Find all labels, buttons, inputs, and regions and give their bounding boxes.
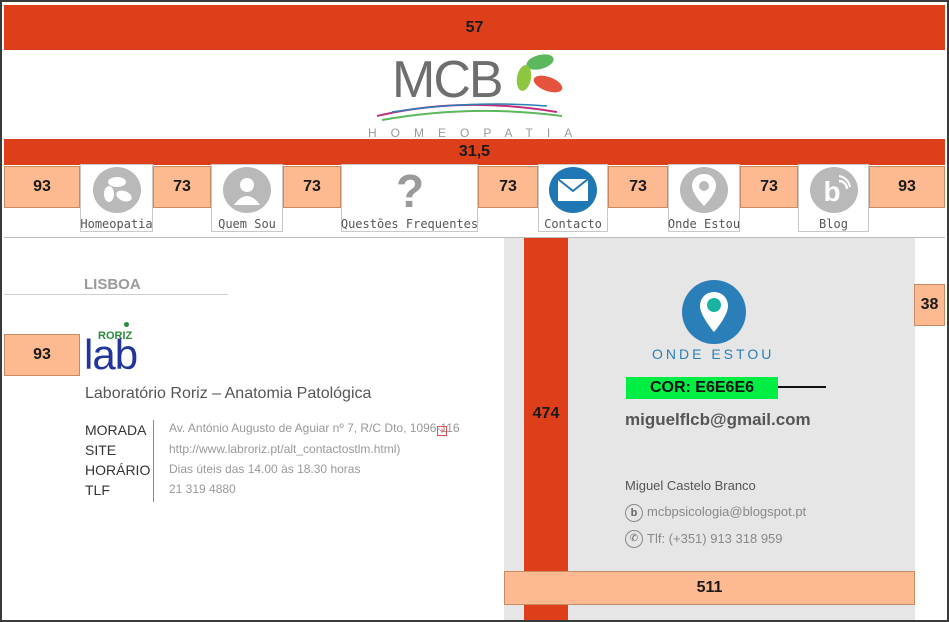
nav-gap-4: 73: [608, 166, 668, 208]
nav-gap-2: 73: [283, 166, 341, 208]
nav-gap-1: 73: [153, 166, 211, 208]
nav-gap-3-label: 73: [499, 178, 517, 195]
nav-item-blog[interactable]: b Blog: [798, 164, 869, 232]
lab-name: Laboratório Roriz – Anatomia Patológica: [85, 385, 372, 402]
nav-right-label: 93: [898, 178, 916, 195]
nav-measure-label: 31,5: [458, 143, 491, 160]
nav-gap-5-label: 73: [760, 178, 778, 195]
top-measure-band: 57: [4, 5, 945, 50]
nav-gap-4-label: 73: [629, 178, 647, 195]
nav-measure-band: 31,5: [4, 139, 945, 165]
row-value-morada: Av. António Augusto de Aguiar nº 7, R/C …: [169, 421, 460, 435]
question-icon: ?: [385, 167, 434, 213]
nav-label-questoes: Questões Frequentes: [340, 217, 479, 231]
contact-name: Miguel Castelo Branco: [625, 478, 756, 493]
svg-text:b: b: [823, 176, 840, 207]
row-value-tlf: 21 319 4880: [169, 482, 236, 496]
lab-logo[interactable]: RORIZ lab: [84, 322, 164, 380]
content-left-spacer: 93: [4, 334, 80, 376]
envelope-icon: [549, 167, 597, 213]
nav-label-quem-sou: Quem Sou: [218, 217, 276, 231]
nav-gap-1-label: 73: [173, 178, 191, 195]
leaves-icon: [92, 167, 141, 213]
vertical-measure-label: 474: [532, 405, 560, 422]
onde-estou-heading: ONDE ESTOU: [652, 346, 775, 362]
contact-email[interactable]: miguelflcb@gmail.com: [625, 410, 811, 430]
content-left-label: 93: [33, 346, 51, 363]
nav-gap-2-label: 73: [303, 178, 321, 195]
row-value-horario: Dias úteis das 14.00 às 18.30 horas: [169, 462, 361, 476]
nav-label-homeopatia: Homeopatia: [80, 217, 153, 231]
row-label-tlf: TLF: [85, 482, 110, 498]
color-note: COR: E6E6E6: [626, 377, 778, 399]
right-marker: 38: [914, 284, 945, 326]
logo-subtitle: HOMEOPATIA: [368, 126, 587, 140]
row-label-site: SITE: [85, 442, 117, 458]
blog-small-icon: b: [625, 504, 643, 522]
nav-left-label: 93: [33, 178, 51, 195]
lab-logo-main: lab: [84, 331, 138, 378]
bottom-measure-band: 511: [504, 571, 915, 605]
nav-left-spacer: 93: [4, 166, 80, 208]
nav-item-onde-estou[interactable]: Onde Estou: [668, 164, 740, 232]
location-pin-icon: [680, 167, 728, 213]
details-divider: [153, 420, 154, 502]
lab-logo-dot: [124, 322, 129, 327]
nav-label-contacto: Contacto: [544, 217, 602, 231]
blog-icon: b: [809, 167, 858, 213]
contact-blog[interactable]: mcbpsicologia@blogspot.pt: [647, 504, 806, 519]
nav-label-blog: Blog: [819, 217, 848, 231]
bottom-measure-label: 511: [696, 579, 723, 596]
logo[interactable]: MCB HOMEOPATIA: [362, 50, 592, 140]
page-frame: 57 MCB HOMEOPATIA 31,5 93 73 73 73 73 73…: [0, 0, 949, 622]
nav-item-homeopatia[interactable]: Homeopatia: [80, 164, 153, 232]
onde-estou-pin-icon: [682, 280, 746, 344]
expand-plus-icon[interactable]: +: [437, 426, 447, 436]
city-underline: [4, 294, 228, 295]
lab-details: MORADA Av. António Augusto de Aguiar nº …: [85, 420, 505, 506]
row-value-site[interactable]: http://www.labroriz.pt/alt_contactostlm.…: [169, 442, 400, 456]
row-label-morada: MORADA: [85, 422, 147, 438]
row-label-horario: HORÁRIO: [85, 462, 151, 478]
right-marker-label: 38: [920, 296, 939, 313]
vertical-measure-bar: 474: [524, 238, 568, 620]
nav-label-onde-estou: Onde Estou: [667, 217, 741, 231]
phone-small-icon: ✆: [625, 530, 643, 548]
person-icon: [223, 167, 271, 213]
nav-gap-5: 73: [740, 166, 798, 208]
color-note-line: [778, 386, 826, 388]
nav-item-questoes-frequentes[interactable]: ? Questões Frequentes: [341, 164, 478, 232]
svg-text:?: ?: [395, 167, 423, 213]
nav-gap-3: 73: [478, 166, 538, 208]
top-measure-label: 57: [465, 18, 484, 36]
nav-right-spacer: 93: [869, 166, 945, 208]
city-heading: LISBOA: [84, 276, 141, 293]
nav-item-contacto[interactable]: Contacto: [538, 164, 608, 232]
nav-item-quem-sou[interactable]: Quem Sou: [211, 164, 283, 232]
contact-phone: Tlf: (+351) 913 318 959: [647, 531, 783, 546]
swoosh-icon: [376, 103, 563, 121]
